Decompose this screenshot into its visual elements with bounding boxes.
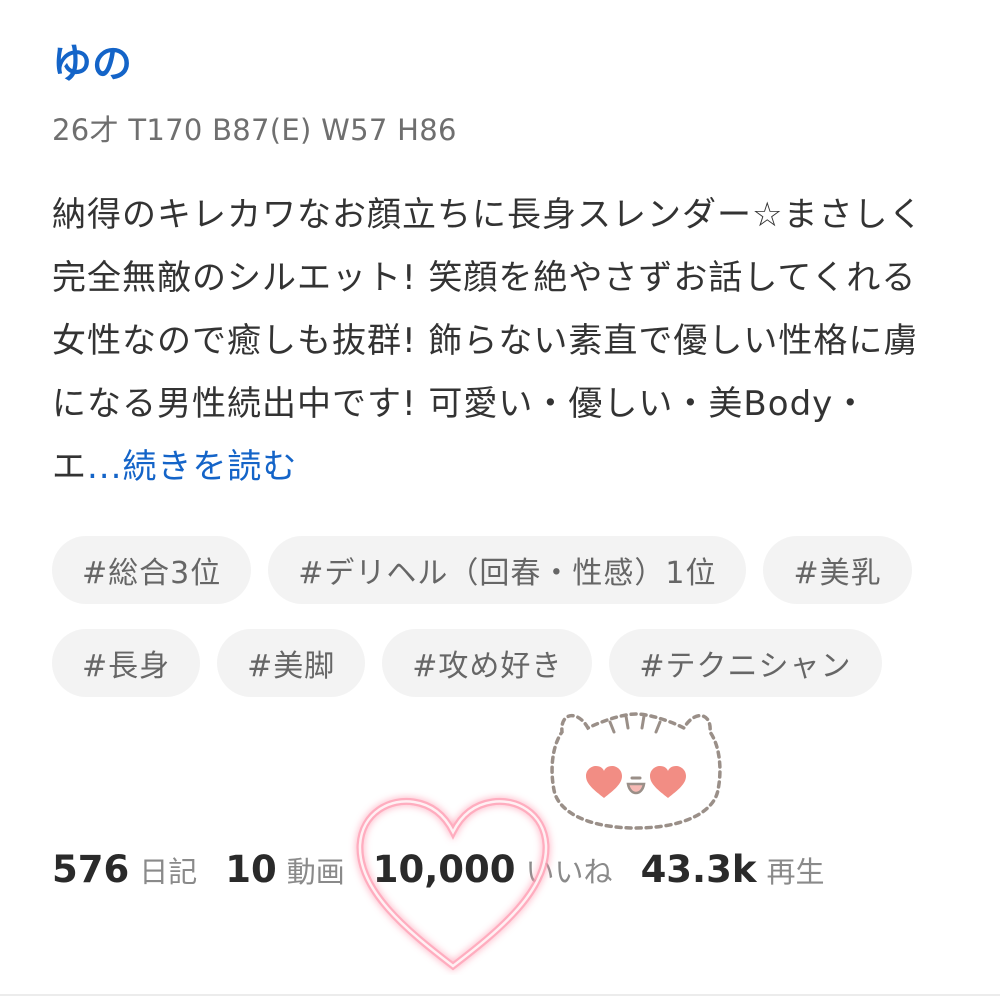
bottom-divider bbox=[0, 994, 1000, 996]
tag-list: #総合3位 #デリヘル（回春・性感）1位 #美乳 #長身 #美脚 #攻め好き #… bbox=[52, 536, 952, 697]
diary-count: 576 bbox=[52, 848, 130, 891]
plays-label: 再生 bbox=[766, 855, 825, 889]
profile-description: 納得のキレカワなお顔立ちに長身スレンダー☆まさしく完全無敵のシルエット! 笑顔を… bbox=[52, 184, 932, 499]
plays-count: 43.3k bbox=[640, 848, 757, 891]
tag-chip[interactable]: #攻め好き bbox=[382, 629, 593, 697]
video-label: 動画 bbox=[286, 855, 345, 889]
tag-chip[interactable]: #テクニシャン bbox=[609, 629, 882, 697]
video-count: 10 bbox=[225, 848, 277, 891]
plays-counter[interactable]: 43.3k 再生 bbox=[641, 848, 825, 891]
diary-counter[interactable]: 576 日記 bbox=[52, 848, 197, 891]
tag-chip[interactable]: #美脚 bbox=[217, 629, 366, 697]
video-counter[interactable]: 10 動画 bbox=[225, 848, 345, 891]
tag-chip[interactable]: #長身 bbox=[52, 629, 201, 697]
tag-chip[interactable]: #美乳 bbox=[763, 536, 912, 604]
diary-label: 日記 bbox=[139, 855, 198, 889]
read-more-link[interactable]: ...続きを読む bbox=[87, 447, 297, 487]
tag-chip[interactable]: #デリヘル（回春・性感）1位 bbox=[268, 536, 747, 604]
profile-counters: 576 日記 10 動画 10,000 いいね 43.3k 再生 bbox=[52, 848, 852, 908]
description-text: 納得のキレカワなお顔立ちに長身スレンダー☆まさしく完全無敵のシルエット! 笑顔を… bbox=[52, 195, 924, 487]
heart-eyes-bear-icon bbox=[550, 712, 722, 830]
profile-name: ゆの bbox=[52, 41, 132, 87]
bear-right-heart-eye bbox=[650, 766, 686, 798]
bear-mouth bbox=[626, 782, 646, 795]
likes-counter[interactable]: 10,000 いいね bbox=[373, 848, 613, 891]
likes-count: 10,000 bbox=[372, 848, 516, 891]
tag-chip[interactable]: #総合3位 bbox=[52, 536, 252, 604]
likes-label: いいね bbox=[525, 855, 613, 889]
bear-left-heart-eye bbox=[586, 766, 622, 798]
profile-measurements: 26才 T170 B87(E) W57 H86 bbox=[52, 113, 457, 147]
